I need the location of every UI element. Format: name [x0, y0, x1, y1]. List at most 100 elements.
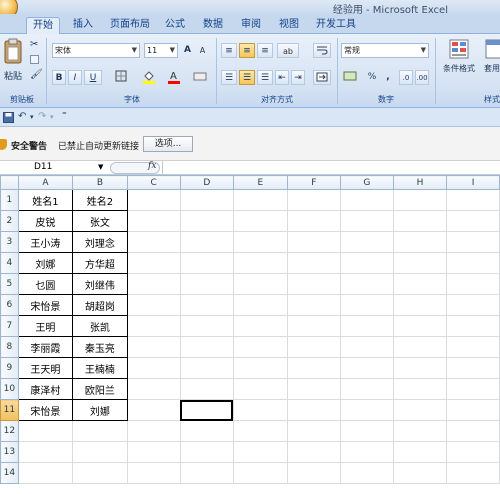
cell-d14[interactable] — [179, 462, 234, 484]
cell-e3[interactable] — [232, 231, 288, 253]
cell-c12[interactable] — [126, 420, 181, 442]
redo-icon[interactable]: ↷ — [38, 111, 46, 122]
cell-g14[interactable] — [339, 462, 394, 484]
cell-g13[interactable] — [339, 441, 394, 463]
row-header-7[interactable]: 7 — [0, 315, 19, 337]
conditional-format-button[interactable]: 条件格式 — [439, 38, 479, 90]
row-header-11[interactable]: 11 — [0, 399, 19, 421]
chevron-down-icon[interactable]: ▾ — [50, 113, 54, 121]
cell-d13[interactable] — [179, 441, 234, 463]
cell-i14[interactable] — [446, 462, 500, 484]
cell-c8[interactable] — [126, 336, 181, 358]
cell-h9[interactable] — [392, 357, 448, 379]
align-top-button[interactable]: ≡ — [221, 43, 237, 58]
cell-h4[interactable] — [392, 252, 448, 274]
cell-e5[interactable] — [232, 273, 288, 295]
cell-g9[interactable] — [339, 357, 394, 379]
cell-a14[interactable] — [17, 462, 74, 484]
row-header-13[interactable]: 13 — [0, 441, 19, 463]
undo-icon[interactable]: ↶ — [18, 111, 26, 122]
column-header-e[interactable]: E — [232, 175, 288, 190]
cell-f3[interactable] — [286, 231, 341, 253]
cell-d7[interactable] — [179, 315, 234, 337]
cell-i2[interactable] — [446, 210, 500, 232]
cell-c14[interactable] — [126, 462, 181, 484]
cell-a8[interactable]: 李丽霞 — [17, 336, 74, 358]
tab-data[interactable]: 数据 — [198, 17, 228, 34]
decrease-decimal-button[interactable]: .00 — [415, 70, 429, 85]
cell-d2[interactable] — [179, 210, 234, 232]
cell-a1[interactable]: 姓名1 — [17, 189, 74, 211]
cell-b2[interactable]: 张文 — [72, 210, 128, 232]
cell-a11[interactable]: 宋怡景 — [17, 399, 74, 421]
customize-qat-icon[interactable]: ⁼ — [62, 111, 67, 121]
row-header-10[interactable]: 10 — [0, 378, 19, 400]
cell-e13[interactable] — [232, 441, 288, 463]
chevron-down-icon[interactable]: ▼ — [98, 161, 103, 174]
cell-e6[interactable] — [232, 294, 288, 316]
cell-a7[interactable]: 王明 — [17, 315, 74, 337]
cell-f1[interactable] — [286, 189, 341, 211]
font-color-button[interactable]: A — [163, 69, 185, 84]
cell-c10[interactable] — [126, 378, 181, 400]
cell-g5[interactable] — [339, 273, 394, 295]
cell-i9[interactable] — [446, 357, 500, 379]
cell-f11[interactable] — [286, 399, 341, 421]
cell-c4[interactable] — [126, 252, 181, 274]
cell-b4[interactable]: 方华超 — [72, 252, 128, 274]
cell-b10[interactable]: 欧阳兰 — [72, 378, 128, 400]
cell-f13[interactable] — [286, 441, 341, 463]
cell-a4[interactable]: 刘娜 — [17, 252, 74, 274]
column-header-h[interactable]: H — [392, 175, 448, 190]
cell-d6[interactable] — [179, 294, 234, 316]
currency-button[interactable] — [341, 70, 359, 85]
cell-h1[interactable] — [392, 189, 448, 211]
cell-b11[interactable]: 刘娜 — [72, 399, 128, 421]
cell-e9[interactable] — [232, 357, 288, 379]
cell-h7[interactable] — [392, 315, 448, 337]
cell-h13[interactable] — [392, 441, 448, 463]
font-size-combo[interactable]: 11 ▼ — [144, 43, 178, 58]
grow-font-button[interactable]: A — [181, 43, 194, 58]
cell-d12[interactable] — [179, 420, 234, 442]
cell-i7[interactable] — [446, 315, 500, 337]
cell-c2[interactable] — [126, 210, 181, 232]
cell-i8[interactable] — [446, 336, 500, 358]
column-header-c[interactable]: C — [126, 175, 181, 190]
cell-f12[interactable] — [286, 420, 341, 442]
cell-b9[interactable]: 王楠楠 — [72, 357, 128, 379]
row-header-6[interactable]: 6 — [0, 294, 19, 316]
phonetic-button[interactable] — [190, 70, 210, 85]
cell-h2[interactable] — [392, 210, 448, 232]
cell-d1[interactable] — [179, 189, 234, 211]
bold-button[interactable]: B — [52, 70, 66, 85]
cell-c9[interactable] — [126, 357, 181, 379]
cell-h10[interactable] — [392, 378, 448, 400]
format-painter-icon[interactable]: 🖌 — [30, 69, 43, 80]
cell-e11[interactable] — [232, 399, 288, 421]
decrease-indent-button[interactable]: ⇤ — [275, 70, 289, 85]
comma-button[interactable]: , — [381, 70, 395, 85]
cell-b7[interactable]: 张凯 — [72, 315, 128, 337]
cell-b3[interactable]: 刘理念 — [72, 231, 128, 253]
fill-color-button[interactable] — [138, 70, 160, 85]
cell-g11[interactable] — [339, 399, 394, 421]
cell-b12[interactable] — [72, 420, 128, 442]
align-right-button[interactable]: ☰ — [257, 70, 273, 85]
column-header-g[interactable]: G — [339, 175, 394, 190]
merge-center-button[interactable] — [313, 70, 331, 85]
cell-g4[interactable] — [339, 252, 394, 274]
row-header-14[interactable]: 14 — [0, 462, 19, 484]
column-header-f[interactable]: F — [286, 175, 341, 190]
cell-c7[interactable] — [126, 315, 181, 337]
cell-i6[interactable] — [446, 294, 500, 316]
row-header-8[interactable]: 8 — [0, 336, 19, 358]
cell-f14[interactable] — [286, 462, 341, 484]
cell-f2[interactable] — [286, 210, 341, 232]
cell-b5[interactable]: 刘继伟 — [72, 273, 128, 295]
column-header-i[interactable]: I — [446, 175, 500, 190]
increase-decimal-button[interactable]: .0 — [399, 70, 413, 85]
cell-i11[interactable] — [446, 399, 500, 421]
cell-h5[interactable] — [392, 273, 448, 295]
column-header-d[interactable]: D — [179, 175, 234, 190]
